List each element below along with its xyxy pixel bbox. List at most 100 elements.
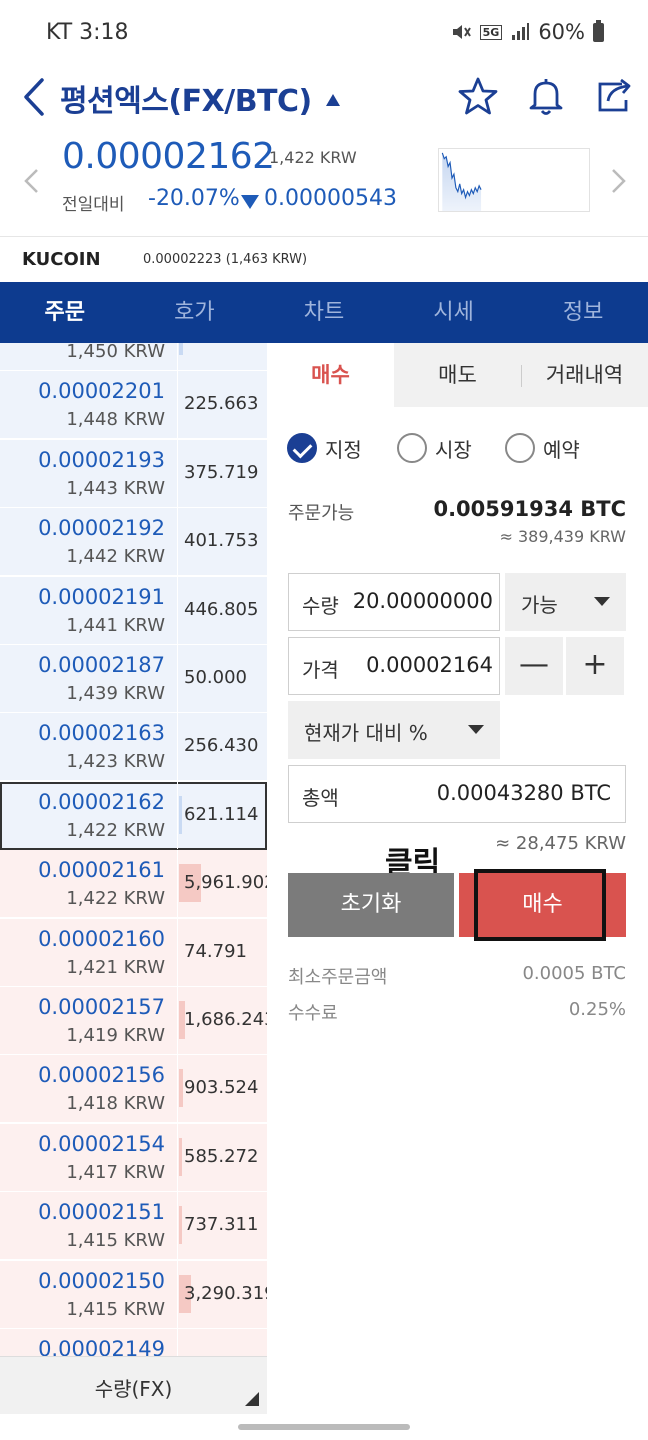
total-field[interactable]: 총액 0.00043280 BTC (288, 765, 626, 823)
price-cell[interactable]: 0.00002201 1,448 KRW (0, 371, 178, 439)
order-type-limit[interactable]: 지정 (287, 433, 362, 463)
order-book-row[interactable]: 0.00002161 1,422 KRW 5,961.902 (0, 850, 267, 919)
row-quantity: 401.753 (184, 530, 259, 552)
price-cell[interactable]: 1,450 KRW (0, 343, 178, 370)
change-percent: -20.07% (148, 186, 240, 211)
status-icons: 5G 60% (450, 19, 604, 44)
order-book-row-current[interactable]: 0.00002162 1,422 KRW 621.114 (0, 781, 267, 850)
star-icon[interactable] (456, 74, 500, 118)
row-krw: 1,418 KRW (66, 1093, 165, 1115)
coin-title[interactable]: 평션엑스(FX/BTC) (60, 76, 312, 120)
bell-icon[interactable] (524, 74, 568, 118)
price-cell[interactable]: 0.00002193 1,443 KRW (0, 439, 178, 507)
price-cell[interactable]: 0.00002162 1,422 KRW (0, 781, 178, 849)
order-book-row[interactable]: 0.00002151 1,415 KRW 737.311 (0, 1192, 267, 1261)
order-type-market[interactable]: 시장 (397, 433, 472, 463)
reset-button[interactable]: 초기화 (288, 873, 454, 937)
price-cell[interactable]: 0.00002187 1,439 KRW (0, 645, 178, 712)
price-cell[interactable]: 0.00002154 1,417 KRW (0, 1123, 178, 1191)
tab-market[interactable]: 시세 (389, 282, 519, 343)
row-krw: 1,441 KRW (66, 614, 165, 636)
row-price: 0.00002201 (38, 379, 165, 404)
row-price: 0.00002161 (38, 858, 165, 883)
tab-info[interactable]: 정보 (518, 282, 648, 343)
price-input[interactable]: 0.00002164 (366, 653, 493, 677)
home-indicator[interactable] (238, 1424, 410, 1430)
order-book-row[interactable]: 0.00002187 1,439 KRW 50.000 (0, 645, 267, 713)
exchange-price: 0.00002223 (1,463 KRW) (143, 252, 308, 267)
row-krw: 1,443 KRW (66, 477, 165, 499)
quantity-bar (179, 343, 183, 355)
exchange-name: KUCOIN (22, 249, 101, 270)
row-quantity: 225.663 (184, 393, 259, 415)
row-price: 0.00002160 (38, 926, 165, 951)
row-quantity: 446.805 (184, 598, 259, 620)
back-icon[interactable] (14, 72, 58, 122)
tab-history[interactable]: 거래내역 (521, 343, 648, 407)
radio-checked-icon[interactable] (287, 433, 317, 463)
row-krw: 1,421 KRW (66, 956, 165, 978)
coin-select-caret-icon[interactable] (326, 94, 340, 106)
price-cell[interactable]: 0.00002161 1,422 KRW (0, 850, 178, 918)
order-book-row[interactable]: 0.00002163 1,423 KRW 256.430 (0, 713, 267, 782)
current-price-krw: 1,422 KRW (269, 148, 357, 167)
total-value: 0.00043280 BTC (436, 781, 611, 805)
prev-coin-icon[interactable] (20, 166, 44, 196)
price-cell[interactable]: 0.00002191 1,441 KRW (0, 576, 178, 644)
order-book-row[interactable]: 0.00002192 1,442 KRW 401.753 (0, 508, 267, 577)
price-cell[interactable]: 0.00002163 1,423 KRW (0, 713, 178, 781)
quantity-select[interactable]: 가능 (505, 573, 626, 631)
percent-select[interactable]: 현재가 대비 % (288, 701, 500, 759)
dropdown-arrow-icon (468, 725, 484, 734)
price-decrease-button[interactable]: — (505, 637, 563, 695)
share-icon[interactable] (592, 74, 636, 118)
tab-buy[interactable]: 매수 (267, 343, 394, 407)
tab-sell[interactable]: 매도 (394, 343, 521, 407)
order-book-row[interactable]: 0.00002156 1,418 KRW 903.524 (0, 1055, 267, 1124)
row-price: 0.00002162 (38, 789, 165, 814)
price-increase-button[interactable]: + (566, 637, 624, 695)
order-book-row[interactable]: 0.00002154 1,417 KRW 585.272 (0, 1123, 267, 1192)
tab-chart[interactable]: 차트 (259, 282, 389, 343)
radio-unchecked-icon[interactable] (505, 433, 535, 463)
order-book-row[interactable]: 0.00002193 1,443 KRW 375.719 (0, 439, 267, 508)
price-cell[interactable]: 0.00002156 1,418 KRW (0, 1055, 178, 1123)
quantity-input[interactable]: 20.00000000 (353, 589, 493, 613)
tab-orderbook[interactable]: 호가 (130, 282, 260, 343)
order-book-row[interactable]: 0.00002201 1,448 KRW 225.663 (0, 371, 267, 440)
battery-icon (593, 19, 604, 42)
min-order-value: 0.0005 BTC (522, 963, 626, 984)
quantity-field[interactable]: 수량 20.00000000 (288, 573, 500, 631)
price-field[interactable]: 가격 0.00002164 (288, 637, 500, 695)
order-book-row[interactable]: 0.00002149 (0, 1329, 267, 1356)
price-cell[interactable]: 0.00002192 1,442 KRW (0, 508, 178, 576)
fee-value: 0.25% (568, 999, 626, 1020)
row-quantity: 50.000 (184, 667, 247, 688)
order-book-row[interactable]: 0.00002157 1,419 KRW 1,686.243 (0, 987, 267, 1055)
price-cell[interactable]: 0.00002151 1,415 KRW (0, 1192, 178, 1260)
order-type-reserve[interactable]: 예약 (505, 433, 580, 463)
total-label: 총액 (302, 786, 339, 810)
order-book-row[interactable]: 0.00002191 1,441 KRW 446.805 (0, 576, 267, 645)
price-cell[interactable]: 0.00002149 (0, 1329, 178, 1356)
row-price: 0.00002150 (38, 1268, 165, 1293)
row-quantity: 256.430 (184, 735, 259, 757)
row-price: 0.00002163 (38, 721, 165, 746)
min-order-label: 최소주문금액 (288, 967, 388, 988)
price-cell[interactable]: 0.00002160 1,421 KRW (0, 918, 178, 986)
order-book-row[interactable]: 0.00002160 1,421 KRW 74.791 (0, 918, 267, 987)
tab-order[interactable]: 주문 (0, 282, 130, 343)
order-book-row[interactable]: 0.00002150 1,415 KRW 3,290.319 (0, 1260, 267, 1329)
row-price: 0.00002149 (38, 1337, 165, 1356)
price-cell[interactable]: 0.00002157 1,419 KRW (0, 987, 178, 1054)
price-cell[interactable]: 0.00002150 1,415 KRW (0, 1260, 178, 1328)
order-book[interactable]: 1,450 KRW 0.00002201 1,448 KRW 225.663 0.000… (0, 343, 267, 1356)
next-coin-icon[interactable] (606, 166, 630, 196)
order-type-market-label: 시장 (435, 437, 472, 462)
order-book-row[interactable]: 1,450 KRW (0, 343, 267, 371)
order-book-footer[interactable]: 수량(FX) (0, 1356, 267, 1414)
status-bar: KT 3:18 5G 60% (0, 0, 648, 68)
radio-unchecked-icon[interactable] (397, 433, 427, 463)
row-price: 0.00002156 (38, 1063, 165, 1088)
mini-price-chart[interactable] (438, 148, 590, 212)
